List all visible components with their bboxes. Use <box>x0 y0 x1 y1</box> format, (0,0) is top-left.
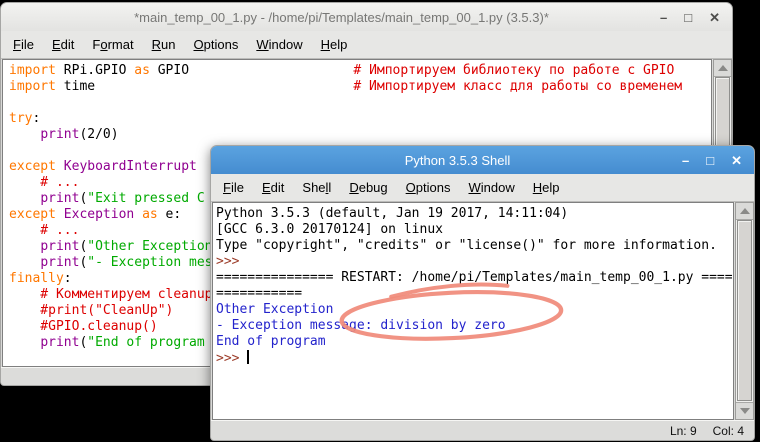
shell-text[interactable]: Python 3.5.3 (default, Jan 19 2017, 14:1… <box>213 203 733 367</box>
close-icon[interactable]: ✕ <box>709 11 720 24</box>
text-line: Type "copyright", "credits" or "license(… <box>216 238 733 254</box>
menu-item-shell[interactable]: Shell <box>293 180 340 195</box>
menu-item-edit[interactable]: Edit <box>253 180 293 195</box>
text-line: Other Exception <box>216 302 733 318</box>
minimize-icon[interactable]: – <box>682 154 689 167</box>
scroll-up-icon[interactable] <box>714 60 731 77</box>
text-line: >>> <box>216 350 733 367</box>
text-line: =========== <box>216 286 733 302</box>
maximize-icon[interactable]: □ <box>706 154 714 167</box>
menu-item-edit[interactable]: Edit <box>43 37 83 52</box>
text-line: End of program <box>216 334 733 350</box>
status-col-indicator: Col: 4 <box>713 424 744 438</box>
scroll-down-icon[interactable] <box>736 402 753 419</box>
shell-scrollbar-thumb[interactable] <box>737 220 752 401</box>
shell-textpane[interactable]: Python 3.5.3 (default, Jan 19 2017, 14:1… <box>212 202 734 420</box>
editor-menubar: FileEditFormatRunOptionsWindowHelp <box>1 31 732 59</box>
text-line: print(2/0) <box>9 127 711 143</box>
text-line: try: <box>9 111 711 127</box>
text-line: - Exception message: division by zero <box>216 318 733 334</box>
shell-menubar: FileEditShellDebugOptionsWindowHelp <box>211 174 754 202</box>
shell-titlebar[interactable]: Python 3.5.3 Shell – □ ✕ <box>211 146 754 174</box>
shell-content: Python 3.5.3 (default, Jan 19 2017, 14:1… <box>211 202 754 420</box>
close-icon[interactable]: ✕ <box>731 154 742 167</box>
shell-window-title: Python 3.5.3 Shell <box>251 153 664 168</box>
text-line: import time # Импортируем класс для рабо… <box>9 79 711 95</box>
shell-statusbar: Ln: 9 Col: 4 <box>211 420 754 440</box>
minimize-icon[interactable]: – <box>660 11 667 24</box>
text-line <box>9 95 711 111</box>
shell-window: Python 3.5.3 Shell – □ ✕ FileEditShellDe… <box>210 145 755 441</box>
text-line: import RPi.GPIO as GPIO # Импортируем би… <box>9 63 711 79</box>
menu-item-help[interactable]: Help <box>524 180 569 195</box>
menu-item-window[interactable]: Window <box>247 37 311 52</box>
maximize-icon[interactable]: □ <box>684 11 692 24</box>
text-line: >>> <box>216 254 733 270</box>
menu-item-options[interactable]: Options <box>184 37 247 52</box>
menu-item-window[interactable]: Window <box>459 180 523 195</box>
menu-item-file[interactable]: File <box>4 37 43 52</box>
text-line: [GCC 6.3.0 20170124] on linux <box>216 222 733 238</box>
editor-window-title: *main_temp_00_1.py - /home/pi/Templates/… <box>41 10 642 25</box>
menu-item-file[interactable]: File <box>214 180 253 195</box>
menu-item-help[interactable]: Help <box>312 37 357 52</box>
editor-window-controls: – □ ✕ <box>660 3 720 31</box>
text-line: Python 3.5.3 (default, Jan 19 2017, 14:1… <box>216 206 733 222</box>
menu-item-run[interactable]: Run <box>143 37 185 52</box>
text-line: =============== RESTART: /home/pi/Templa… <box>216 270 733 286</box>
editor-titlebar[interactable]: *main_temp_00_1.py - /home/pi/Templates/… <box>1 3 732 31</box>
status-line-indicator: Ln: 9 <box>670 424 697 438</box>
menu-item-options[interactable]: Options <box>397 180 460 195</box>
shell-scrollbar[interactable] <box>735 202 754 420</box>
menu-item-debug[interactable]: Debug <box>340 180 396 195</box>
menu-item-format[interactable]: Format <box>83 37 142 52</box>
desktop: *main_temp_00_1.py - /home/pi/Templates/… <box>0 0 760 442</box>
shell-window-controls: – □ ✕ <box>682 146 742 174</box>
scroll-up-icon[interactable] <box>736 203 753 220</box>
text-cursor <box>247 350 249 364</box>
